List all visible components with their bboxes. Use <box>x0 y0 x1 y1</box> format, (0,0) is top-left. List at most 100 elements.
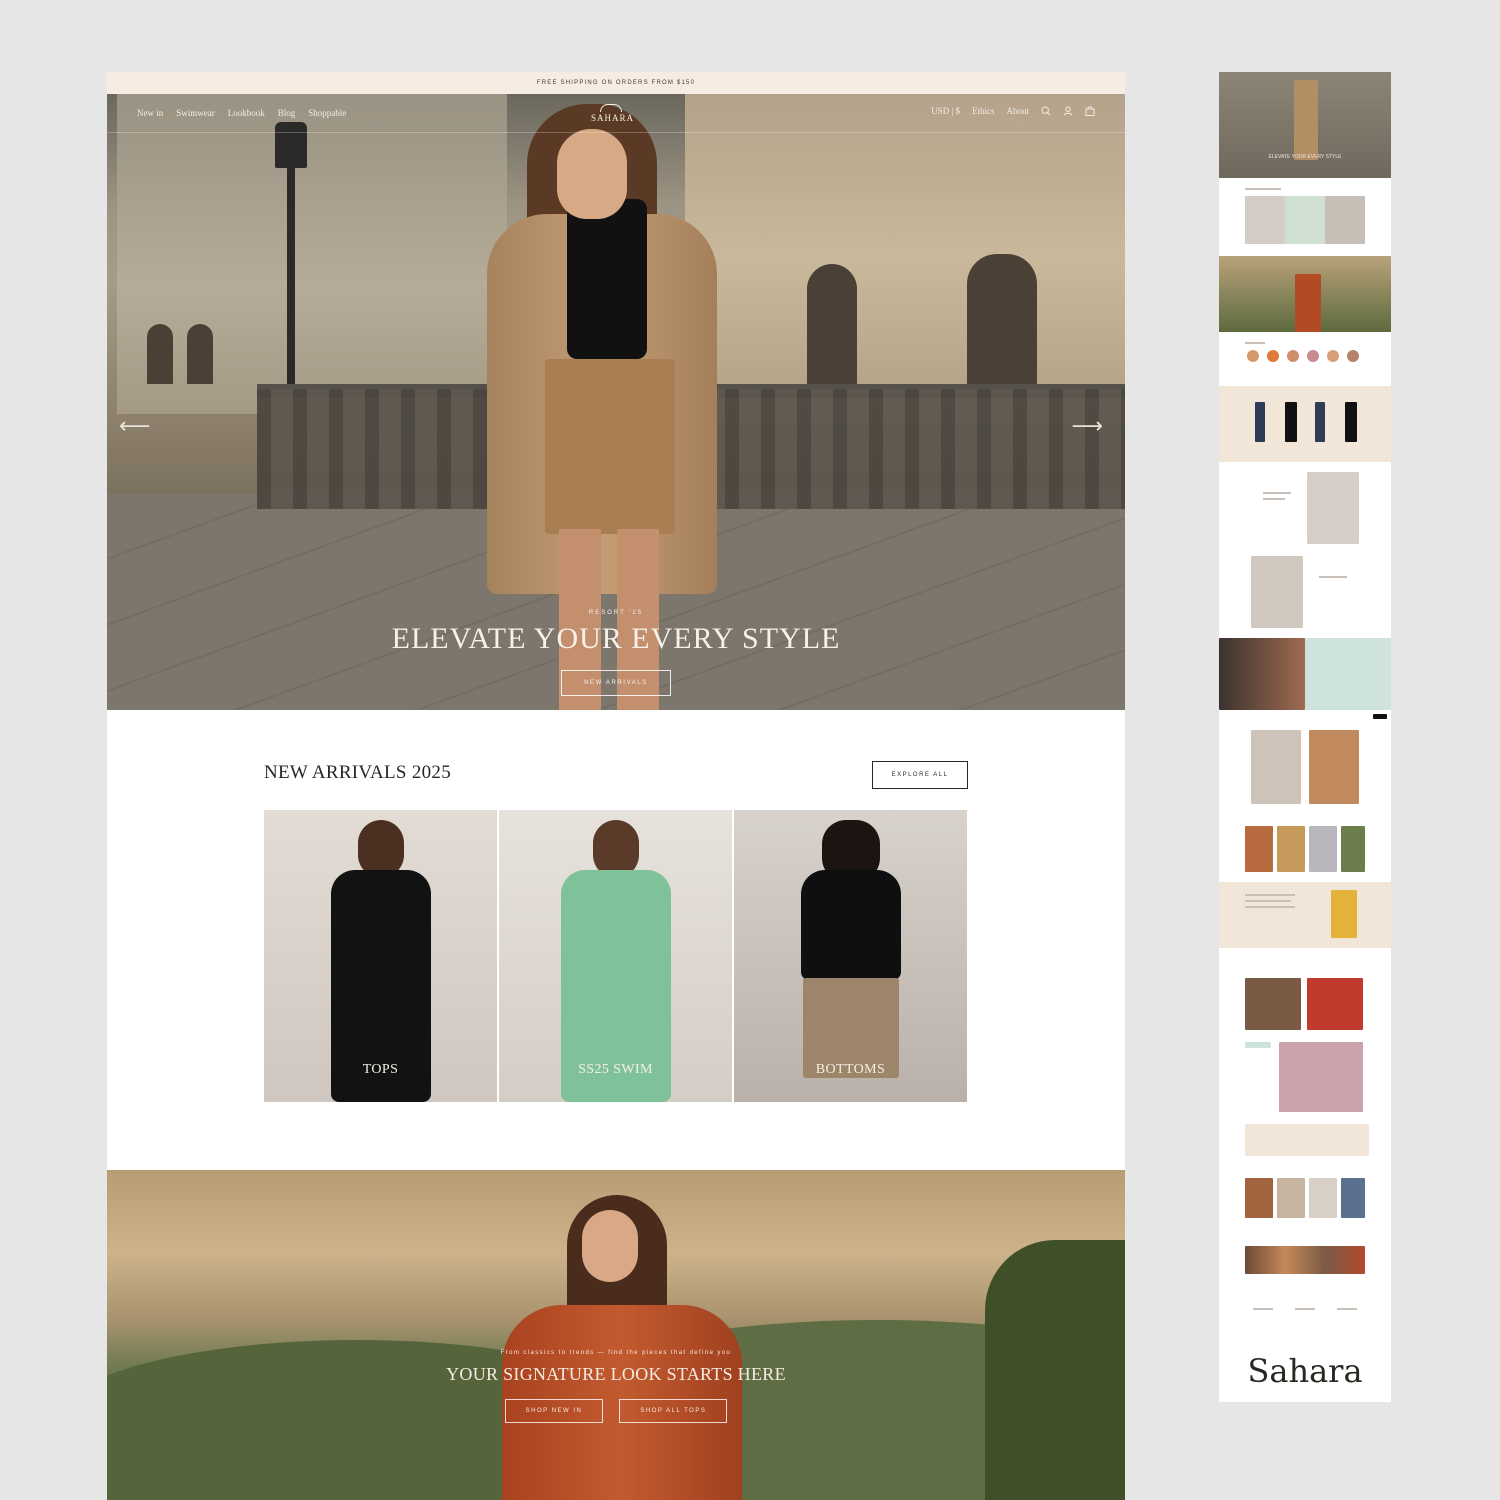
thumb-product <box>1325 196 1365 244</box>
street-lamp-post <box>287 134 295 384</box>
account-icon[interactable] <box>1063 106 1073 116</box>
thumb-heading <box>1245 342 1265 344</box>
new-arrivals-title: NEW ARRIVALS 2025 <box>264 762 452 783</box>
thumb-text-line <box>1337 1308 1357 1310</box>
thumb-quote <box>1219 1124 1391 1158</box>
search-icon[interactable] <box>1041 106 1051 116</box>
thumb-product <box>1341 826 1365 872</box>
thumb-landscape-model <box>1295 274 1321 332</box>
thumb-product <box>1309 1178 1337 1218</box>
thumb-category-circles <box>1219 334 1391 384</box>
nav-link-shoppable[interactable]: Shoppable <box>308 108 346 118</box>
shop-all-tops-button[interactable]: SHOP ALL TOPS <box>619 1399 728 1423</box>
category-card-tops[interactable]: TOPS <box>264 810 497 1102</box>
thumb-product <box>1245 978 1301 1030</box>
thumb-product <box>1307 978 1363 1030</box>
thumb-features <box>1219 1294 1391 1344</box>
arrow-right-icon[interactable]: ⟶ <box>1071 414 1103 439</box>
thumb-bestsellers <box>1219 386 1391 462</box>
thumb-text-line <box>1245 900 1291 902</box>
new-arrivals-button[interactable]: NEW ARRIVALS <box>561 670 671 696</box>
thumb-product <box>1245 826 1273 872</box>
thumb-circle <box>1287 350 1299 362</box>
thumb-story <box>1219 882 1391 948</box>
thumb-product <box>1277 1178 1305 1218</box>
thumb-new-arrivals <box>1219 180 1391 256</box>
thumb-shop-row <box>1219 1240 1391 1280</box>
thumb-quote-box <box>1245 1124 1369 1156</box>
thumb-heading <box>1245 188 1281 190</box>
logo-text: SAHARA <box>591 113 635 123</box>
thumb-product <box>1345 402 1357 442</box>
thumb-hero: ELEVATE YOUR EVERY STYLE <box>1219 72 1391 178</box>
hero-content: RESORT '25 ELEVATE YOUR EVERY STYLE NEW … <box>107 610 1125 696</box>
thumb-product-row <box>1219 820 1391 880</box>
thumb-product <box>1245 196 1285 244</box>
thumb-collections <box>1219 956 1391 1116</box>
thumb-banner-image <box>1219 638 1305 710</box>
full-page-thumbnail: ELEVATE YOUR EVERY STYLE Sahara <box>1219 72 1391 1402</box>
thumb-landscape <box>1219 256 1391 332</box>
thumb-text-line <box>1245 894 1295 896</box>
category-cards: TOPS SS25 SWIM BOTTOMS <box>264 810 967 1102</box>
thumb-circle <box>1307 350 1319 362</box>
thumb-footer-logo: Sahara <box>1247 1352 1363 1390</box>
model-top <box>800 870 901 980</box>
thumb-text-line <box>1319 576 1347 578</box>
nav-link-swimwear[interactable]: Swimwear <box>176 108 215 118</box>
hero-eyebrow: RESORT '25 <box>588 610 644 616</box>
thumb-editorial <box>1219 468 1391 638</box>
thumb-product <box>1309 826 1337 872</box>
nav-left-links: New in Swimwear Lookbook Blog Shoppable <box>137 108 346 118</box>
explore-all-button[interactable]: EXPLORE ALL <box>872 761 968 789</box>
signature-title: YOUR SIGNATURE LOOK STARTS HERE <box>446 1364 786 1384</box>
thumb-banner-panel <box>1305 638 1391 710</box>
main-page-preview: FREE SHIPPING ON ORDERS FROM $150 New in… <box>107 72 1125 1500</box>
arrow-left-icon[interactable]: ⟵ <box>119 414 151 439</box>
thumb-product <box>1285 402 1297 442</box>
thumb-product <box>1255 402 1265 442</box>
shop-new-in-button[interactable]: SHOP NEW IN <box>504 1399 604 1423</box>
category-label: TOPS <box>362 1062 399 1077</box>
thumb-editorial-image <box>1307 472 1359 544</box>
thumb-product <box>1277 826 1305 872</box>
bag-icon[interactable] <box>1085 106 1095 116</box>
thumb-text-line <box>1295 1308 1315 1310</box>
thumb-hero-model <box>1294 80 1318 160</box>
thumb-circle <box>1347 350 1359 362</box>
thumb-text-line <box>1253 1308 1273 1310</box>
nav-right-links: USD | $ Ethics About <box>931 106 1095 116</box>
currency-selector[interactable]: USD | $ <box>931 106 960 116</box>
site-logo[interactable]: SAHARA <box>591 104 635 123</box>
hero-window <box>187 324 213 384</box>
nav-link-blog[interactable]: Blog <box>278 108 296 118</box>
thumb-lookbook <box>1219 712 1391 812</box>
nav-link-lookbook[interactable]: Lookbook <box>228 108 265 118</box>
hero-title: ELEVATE YOUR EVERY STYLE <box>391 622 841 655</box>
thumb-hero-caption: ELEVATE YOUR EVERY STYLE <box>1268 154 1342 160</box>
signature-subtitle: From classics to trends — find the piece… <box>500 1350 732 1356</box>
announcement-text: FREE SHIPPING ON ORDERS FROM $150 <box>536 80 696 86</box>
thumb-tag <box>1245 1042 1271 1048</box>
hero-building-left <box>117 94 507 414</box>
thumb-story-image <box>1331 890 1357 938</box>
top-navigation: New in Swimwear Lookbook Blog Shoppable … <box>107 94 1125 133</box>
category-label: SS25 SWIM <box>578 1062 653 1077</box>
thumb-circle <box>1247 350 1259 362</box>
hero-section: New in Swimwear Lookbook Blog Shoppable … <box>107 94 1125 710</box>
nav-link-about[interactable]: About <box>1007 106 1030 116</box>
thumb-text-line <box>1263 498 1285 500</box>
thumb-circle <box>1327 350 1339 362</box>
thumb-product <box>1251 730 1301 804</box>
signature-content: From classics to trends — find the piece… <box>107 1350 1125 1423</box>
thumb-product <box>1245 1178 1273 1218</box>
hero-window <box>967 254 1037 394</box>
category-card-swim[interactable]: SS25 SWIM <box>499 810 732 1102</box>
category-card-bottoms[interactable]: BOTTOMS <box>734 810 967 1102</box>
hero-building-right <box>685 94 1125 424</box>
thumb-text-line <box>1263 492 1291 494</box>
announcement-bar: FREE SHIPPING ON ORDERS FROM $150 <box>107 72 1125 94</box>
signature-banner: From classics to trends — find the piece… <box>107 1170 1125 1500</box>
nav-link-ethics[interactable]: Ethics <box>972 106 995 116</box>
nav-link-new-in[interactable]: New in <box>137 108 163 118</box>
